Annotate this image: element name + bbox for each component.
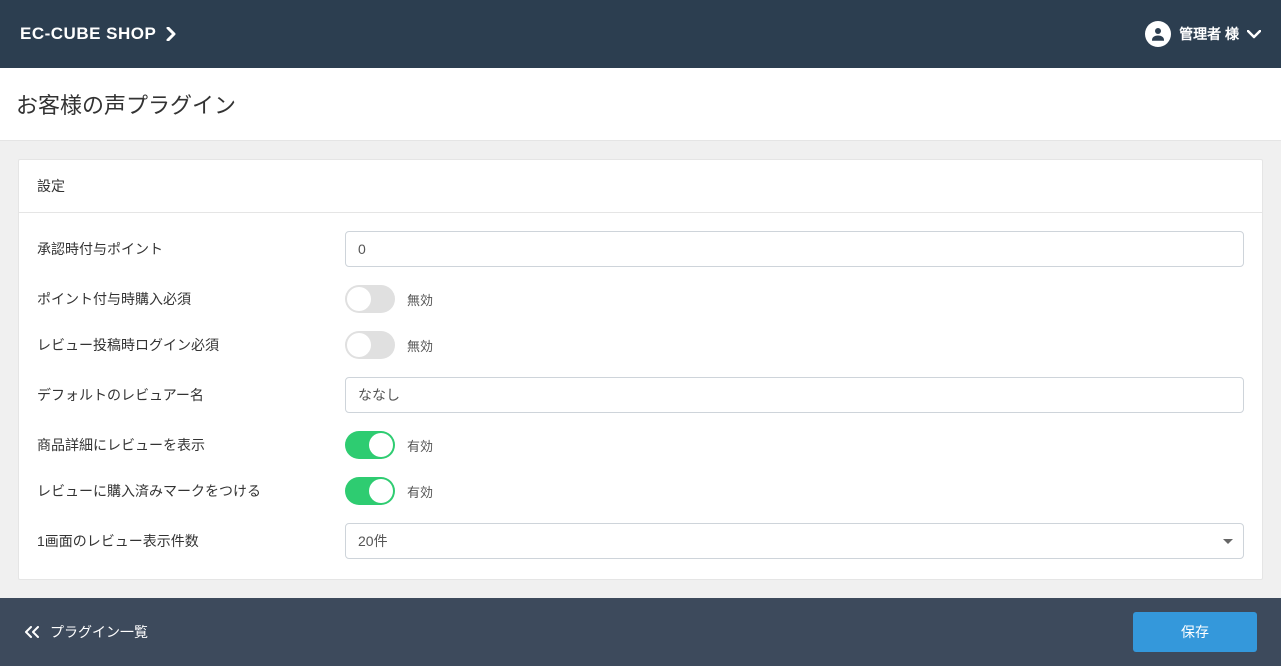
row-default-reviewer: デフォルトのレビュアー名 — [37, 377, 1244, 413]
label-show-review: 商品詳細にレビューを表示 — [37, 435, 345, 455]
toggle-require-purchase-state: 無効 — [407, 290, 433, 309]
label-default-reviewer: デフォルトのレビュアー名 — [37, 385, 345, 405]
settings-card: 設定 承認時付与ポイント ポイント付与時購入必須 無効 — [18, 159, 1263, 580]
back-link[interactable]: プラグイン一覧 — [24, 622, 148, 642]
brand[interactable]: EC-CUBE SHOP — [20, 24, 176, 44]
double-chevron-left-icon — [24, 626, 40, 638]
user-name: 管理者 様 — [1179, 24, 1239, 44]
input-point-on-approve[interactable] — [345, 231, 1244, 267]
row-mark-purchased: レビューに購入済みマークをつける 有効 — [37, 477, 1244, 505]
toggle-require-login-state: 無効 — [407, 336, 433, 355]
chevron-down-icon — [1247, 30, 1261, 39]
toggle-mark-purchased-state: 有効 — [407, 482, 433, 501]
content: 設定 承認時付与ポイント ポイント付与時購入必須 無効 — [0, 141, 1281, 598]
toggle-mark-purchased[interactable] — [345, 477, 395, 505]
row-point-on-approve: 承認時付与ポイント — [37, 231, 1244, 267]
label-require-login: レビュー投稿時ログイン必須 — [37, 335, 345, 355]
page-title: お客様の声プラグイン — [16, 88, 1265, 120]
brand-title: EC-CUBE SHOP — [20, 24, 156, 44]
card-body: 承認時付与ポイント ポイント付与時購入必須 無効 レビュー投稿時ログイン必須 — [19, 213, 1262, 579]
label-mark-purchased: レビューに購入済みマークをつける — [37, 481, 345, 501]
card-header: 設定 — [19, 160, 1262, 213]
footer-bar: プラグイン一覧 保存 — [0, 598, 1281, 666]
user-menu[interactable]: 管理者 様 — [1145, 21, 1261, 47]
page-title-bar: お客様の声プラグイン — [0, 68, 1281, 141]
toggle-require-login[interactable] — [345, 331, 395, 359]
select-reviews-per-page[interactable]: 20件 — [345, 523, 1244, 559]
row-show-review: 商品詳細にレビューを表示 有効 — [37, 431, 1244, 459]
row-reviews-per-page: 1画面のレビュー表示件数 20件 — [37, 523, 1244, 559]
top-bar: EC-CUBE SHOP 管理者 様 — [0, 0, 1281, 68]
row-require-login: レビュー投稿時ログイン必須 無効 — [37, 331, 1244, 359]
toggle-require-purchase[interactable] — [345, 285, 395, 313]
toggle-show-review[interactable] — [345, 431, 395, 459]
label-point-on-approve: 承認時付与ポイント — [37, 239, 345, 259]
label-require-purchase: ポイント付与時購入必須 — [37, 289, 345, 309]
row-require-purchase: ポイント付与時購入必須 無効 — [37, 285, 1244, 313]
toggle-show-review-state: 有効 — [407, 436, 433, 455]
user-icon — [1145, 21, 1171, 47]
label-reviews-per-page: 1画面のレビュー表示件数 — [37, 531, 345, 551]
chevron-right-icon — [166, 27, 176, 41]
save-button[interactable]: 保存 — [1133, 612, 1257, 652]
input-default-reviewer[interactable] — [345, 377, 1244, 413]
back-link-label: プラグイン一覧 — [50, 622, 148, 642]
